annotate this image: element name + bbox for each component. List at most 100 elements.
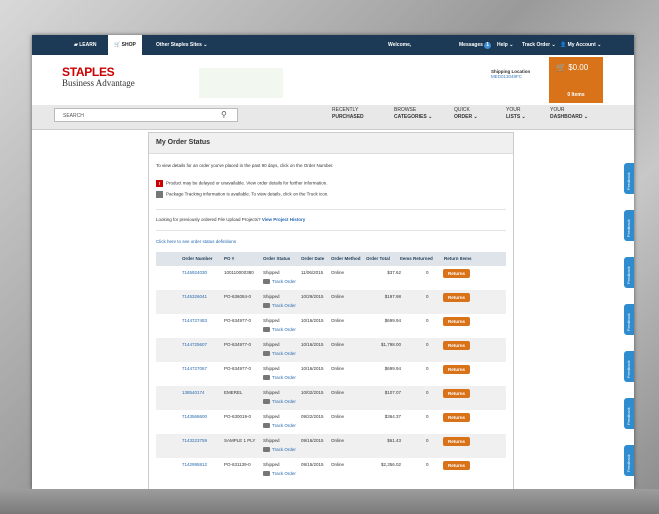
date-cell: 10/16/2015	[301, 342, 324, 347]
col-order-status[interactable]: Order Status	[263, 256, 290, 261]
date-cell: 10/16/2015	[301, 318, 324, 323]
browse-categories-menu[interactable]: BROWSE CATEGORIES ⌄	[394, 107, 432, 121]
returns-button[interactable]: Returns	[443, 269, 470, 278]
order-number-link[interactable]: 7145924030	[182, 270, 207, 275]
recently-purchased-link[interactable]: RECENTLY PURCHASED	[332, 107, 364, 121]
feedback-tab[interactable]: Feedback	[624, 304, 634, 335]
shipping-location[interactable]: Shipping Location MED013049FC	[491, 69, 530, 79]
total-cell: $699.94	[384, 318, 401, 323]
feedback-tab[interactable]: Feedback	[624, 210, 634, 241]
returns-button[interactable]: Returns	[443, 437, 470, 446]
returns-button[interactable]: Returns	[443, 293, 470, 302]
feedback-tab[interactable]: Feedback	[624, 351, 634, 382]
browse-line2: CATEGORIES ⌄	[394, 114, 433, 120]
messages-label: Messages	[459, 42, 483, 48]
track-order-label: Track Order	[272, 351, 296, 356]
returns-button[interactable]: Returns	[443, 317, 470, 326]
status-cell: Shipped	[263, 294, 280, 299]
feedback-tab[interactable]: Feedback	[624, 445, 634, 476]
order-number-link[interactable]: 7144727483	[182, 318, 207, 323]
returns-button[interactable]: Returns	[443, 365, 470, 374]
method-cell: Online	[331, 390, 345, 395]
promo-banner	[199, 68, 283, 98]
feedback-label: Feedback	[626, 219, 631, 237]
track-order-link[interactable]: Track Order	[263, 447, 296, 453]
po-cell: PO-630019-0	[224, 414, 252, 419]
track-order-label: Track Order	[272, 447, 296, 452]
order-number-link[interactable]: 7143223759	[182, 438, 207, 443]
file-upload-question: Looking for previously ordered File Uplo…	[156, 217, 261, 222]
cart-button[interactable]: 🛒 $0.00 0 Items	[549, 57, 603, 103]
returns-button[interactable]: Returns	[443, 461, 470, 470]
order-number-link[interactable]: 7143568600	[182, 414, 207, 419]
returns-button[interactable]: Returns	[443, 341, 470, 350]
col-order-total[interactable]: Order Total	[366, 256, 390, 261]
quick-order-menu[interactable]: QUICK ORDER ⌄	[454, 107, 478, 121]
returned-cell: 0	[426, 390, 429, 395]
your-lists-menu[interactable]: YOUR LISTS ⌄	[506, 107, 526, 121]
order-number-link[interactable]: 7144727067	[182, 366, 207, 371]
returned-cell: 0	[426, 318, 429, 323]
order-number-link[interactable]: 7145326041	[182, 294, 207, 299]
track-order-link[interactable]: Track Order	[263, 327, 296, 333]
feedback-tab[interactable]: Feedback	[624, 398, 634, 429]
returned-cell: 0	[426, 438, 429, 443]
method-cell: Online	[331, 270, 345, 275]
track-order-menu[interactable]: Track Order ⌄	[522, 35, 556, 55]
date-cell: 11/06/2015	[301, 270, 324, 275]
staples-logo[interactable]: STAPLES	[62, 65, 115, 79]
method-cell: Online	[331, 414, 345, 419]
order-number-link[interactable]: 7144725607	[182, 342, 207, 347]
returns-button[interactable]: Returns	[443, 389, 470, 398]
col-return-items[interactable]: Return Items	[444, 256, 472, 261]
help-menu[interactable]: Help ⌄	[497, 35, 513, 55]
order-status-card: My Order Status To view details for an o…	[148, 132, 514, 489]
po-cell: PO-636084-0	[224, 294, 252, 299]
track-order-link[interactable]: Track Order	[263, 303, 296, 309]
divider	[156, 230, 506, 231]
track-order-link[interactable]: Track Order	[263, 375, 296, 381]
top-nav: ▰ LEARN 🛒 SHOP Other Staples Sites ⌄ Wel…	[32, 35, 634, 55]
method-cell: Online	[331, 294, 345, 299]
track-order-link[interactable]: Track Order	[263, 279, 296, 285]
track-order-link[interactable]: Track Order	[263, 423, 296, 429]
status-cell: Shipped	[263, 462, 280, 467]
order-number-link[interactable]: 138540174	[182, 390, 205, 395]
your-dashboard-menu[interactable]: YOUR DASHBOARD ⌄	[550, 107, 588, 121]
quick-line1: QUICK	[454, 107, 470, 113]
col-order-method[interactable]: Order Method	[331, 256, 361, 261]
truck-icon	[263, 327, 270, 333]
col-items-returned[interactable]: Items Returned	[400, 256, 433, 261]
method-cell: Online	[331, 438, 345, 443]
status-definitions-link[interactable]: Click here to see order status definitio…	[156, 239, 236, 244]
track-order-link[interactable]: Track Order	[263, 471, 296, 477]
po-cell: PO-634977-0	[224, 342, 252, 347]
shop-tab[interactable]: 🛒 SHOP	[108, 35, 142, 55]
col-order-date[interactable]: Order Date	[301, 256, 324, 261]
returned-cell: 0	[426, 342, 429, 347]
feedback-tab[interactable]: Feedback	[624, 257, 634, 288]
col-order-number[interactable]: Order Number	[182, 256, 213, 261]
order-number-link[interactable]: 7142995812	[182, 462, 207, 467]
col-po[interactable]: PO #	[224, 256, 234, 261]
feedback-tab[interactable]: Feedback	[624, 163, 634, 194]
table-row: 7145924030 100110000380 Shipped 11/06/2015 O…	[156, 266, 506, 290]
messages-link[interactable]: Messages 1	[459, 35, 492, 55]
other-sites-menu[interactable]: Other Staples Sites ⌄	[156, 35, 207, 55]
returns-button[interactable]: Returns	[443, 413, 470, 422]
my-account-menu[interactable]: 👤 My Account ⌄	[560, 35, 601, 55]
method-cell: Online	[331, 366, 345, 371]
po-cell: PO-634977-0	[224, 318, 252, 323]
status-cell: Shipped	[263, 390, 280, 395]
status-cell: Shipped	[263, 270, 280, 275]
view-project-history-link[interactable]: View Project History	[262, 217, 305, 222]
learn-label: LEARN	[79, 42, 97, 48]
cart-icon: 🛒	[556, 63, 569, 72]
search-input[interactable]: SEARCH	[54, 108, 238, 122]
track-order-link[interactable]: Track Order	[263, 399, 296, 405]
date-cell: 10/29/2015	[301, 294, 324, 299]
track-order-label: Track Order	[272, 423, 296, 428]
track-order-link[interactable]: Track Order	[263, 351, 296, 357]
learn-tab[interactable]: ▰ LEARN	[74, 35, 96, 55]
search-icon[interactable]: ⚲	[221, 110, 227, 119]
